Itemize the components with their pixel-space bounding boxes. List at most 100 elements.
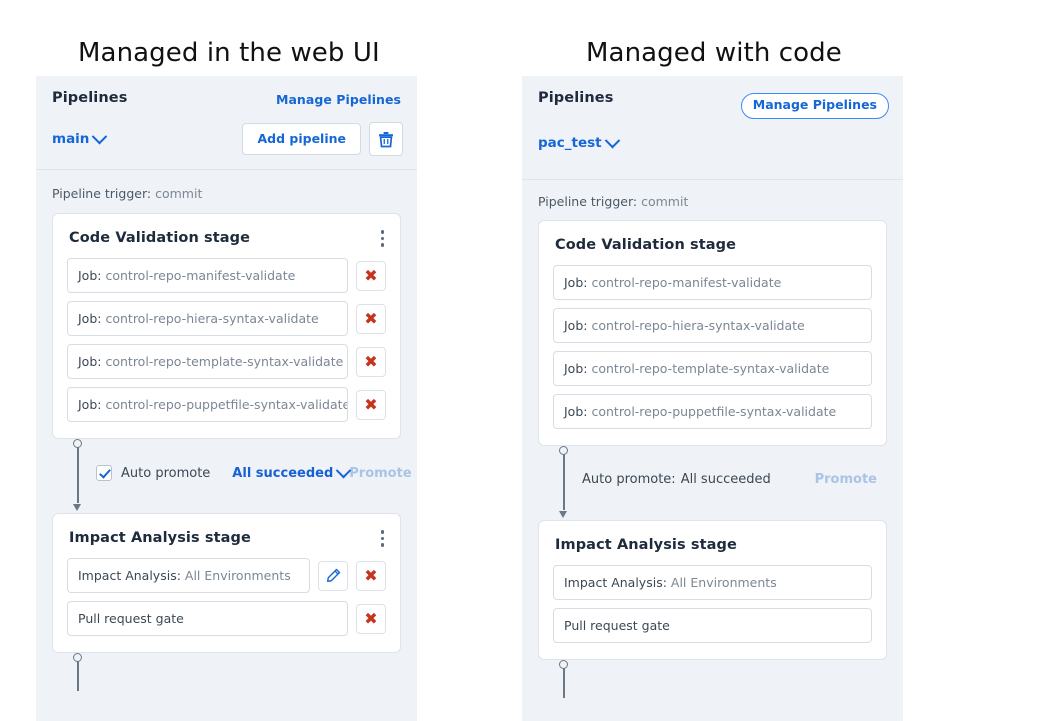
job-value: control-repo-template-syntax-validate <box>105 354 344 369</box>
pull-request-gate-label: Pull request gate <box>564 618 670 633</box>
impact-analysis-value: All Environments <box>670 575 777 590</box>
stage-card-code-validation: Code Validation stage Job: control-repo-… <box>538 220 887 446</box>
pencil-icon <box>326 568 340 583</box>
stage-card-impact-analysis: Impact Analysis stage Impact Analysis: A… <box>538 520 887 660</box>
stage-item: Job: control-repo-manifest-validate <box>553 265 872 300</box>
job-field[interactable]: Job: control-repo-hiera-syntax-validate <box>67 301 348 336</box>
job-label: Job: <box>564 275 588 290</box>
close-x-icon: ✖ <box>364 308 378 328</box>
header-actions: Add pipeline <box>242 122 403 156</box>
right-panel-header: Pipelines Manage Pipelines pac_test <box>522 76 903 180</box>
job-value: control-repo-hiera-syntax-validate <box>105 311 319 326</box>
auto-promote-label: Auto promote <box>121 465 211 481</box>
promote-condition-value: All succeeded <box>680 472 771 487</box>
stage-card-code-validation: Code Validation stage Job: control-repo-… <box>52 213 401 439</box>
job-value: control-repo-puppetfile-syntax-validate <box>105 397 348 412</box>
job-field: Job: control-repo-puppetfile-syntax-vali… <box>553 394 872 429</box>
job-label: Job: <box>78 397 102 412</box>
branch-selector[interactable]: main <box>52 128 108 147</box>
stage-connector-arrow-icon <box>557 446 571 520</box>
close-x-icon: ✖ <box>364 265 378 285</box>
kebab-menu-icon[interactable] <box>380 230 384 247</box>
impact-analysis-label: Impact Analysis: <box>564 575 667 590</box>
stage-title: Impact Analysis stage <box>555 537 737 553</box>
job-value: control-repo-template-syntax-validate <box>591 361 830 376</box>
job-label: Job: <box>78 268 102 283</box>
stage-connector-tail-icon <box>52 653 401 691</box>
promote-condition-value: All succeeded <box>232 465 334 481</box>
delete-job-button[interactable]: ✖ <box>356 389 386 420</box>
job-label: Job: <box>564 361 588 376</box>
branch-name: pac_test <box>538 135 602 151</box>
branch-name: main <box>52 131 90 147</box>
promote-button[interactable]: Promote <box>349 466 411 481</box>
job-field: Job: control-repo-template-syntax-valida… <box>553 351 872 386</box>
branch-selector[interactable]: pac_test <box>538 132 620 151</box>
close-x-icon: ✖ <box>364 608 378 628</box>
close-x-icon: ✖ <box>364 565 378 585</box>
stage-item: Job: control-repo-manifest-validate ✖ <box>67 258 386 293</box>
job-field[interactable]: Job: control-repo-template-syntax-valida… <box>67 344 348 379</box>
left-panel-body: Pipeline trigger: commit Code Validation… <box>36 170 417 691</box>
pipeline-trigger: Pipeline trigger: commit <box>538 180 887 220</box>
promote-row: Auto promote All succeeded Promote <box>96 462 412 481</box>
manage-pipelines-link[interactable]: Manage Pipelines <box>276 92 401 107</box>
job-value: control-repo-puppetfile-syntax-validate <box>591 404 837 419</box>
pipeline-trigger-label: Pipeline trigger: <box>538 194 638 209</box>
right-panel-body: Pipeline trigger: commit Code Validation… <box>522 180 903 698</box>
kebab-menu-icon[interactable] <box>380 530 384 547</box>
promote-row: Auto promote: All succeeded Promote <box>582 472 887 487</box>
left-panel-header: Pipelines Manage Pipelines main Add pipe… <box>36 76 417 170</box>
promote-connector-section: Auto promote: All succeeded Promote <box>538 446 887 520</box>
promote-connector-section: Auto promote All succeeded Promote <box>52 439 412 513</box>
stage-connector-arrow-icon <box>71 439 85 513</box>
delete-pipeline-button[interactable] <box>369 122 403 156</box>
promote-button[interactable]: Promote <box>815 472 877 487</box>
stage-connector-tail-icon <box>538 660 887 698</box>
edit-impact-analysis-button[interactable] <box>318 560 348 591</box>
stage-item: Job: control-repo-puppetfile-syntax-vali… <box>67 387 386 422</box>
job-label: Job: <box>564 318 588 333</box>
stage-title: Code Validation stage <box>69 230 251 246</box>
job-field[interactable]: Job: control-repo-manifest-validate <box>67 258 348 293</box>
delete-gate-button[interactable]: ✖ <box>356 603 386 634</box>
stage-title: Code Validation stage <box>555 237 737 253</box>
pipeline-trigger-value: commit <box>641 194 689 209</box>
auto-promote-checkbox[interactable] <box>96 465 112 481</box>
job-value: control-repo-manifest-validate <box>591 275 782 290</box>
delete-impact-analysis-button[interactable]: ✖ <box>356 560 386 591</box>
promote-condition-select[interactable]: All succeeded <box>232 462 352 481</box>
delete-job-button[interactable]: ✖ <box>356 303 386 334</box>
pipeline-trigger: Pipeline trigger: commit <box>52 170 401 213</box>
manage-pipelines-button[interactable]: Manage Pipelines <box>740 93 889 119</box>
job-value: control-repo-hiera-syntax-validate <box>591 318 805 333</box>
impact-analysis-field[interactable]: Impact Analysis: All Environments <box>67 558 310 593</box>
pipeline-trigger-label: Pipeline trigger: <box>52 186 152 201</box>
chevron-down-icon <box>92 128 108 144</box>
job-field: Job: control-repo-manifest-validate <box>553 265 872 300</box>
job-value: control-repo-manifest-validate <box>105 268 296 283</box>
close-x-icon: ✖ <box>364 351 378 371</box>
stage-item: Pull request gate <box>553 608 872 643</box>
stage-item: Job: control-repo-hiera-syntax-validate … <box>67 301 386 336</box>
impact-analysis-field: Impact Analysis: All Environments <box>553 565 872 600</box>
stage-card-impact-analysis: Impact Analysis stage Impact Analysis: A… <box>52 513 401 653</box>
code-managed-pipelines-panel: Pipelines Manage Pipelines pac_test Pipe… <box>522 76 903 721</box>
job-field[interactable]: Job: control-repo-puppetfile-syntax-vali… <box>67 387 348 422</box>
stage-item: Impact Analysis: All Environments <box>553 565 872 600</box>
delete-job-button[interactable]: ✖ <box>356 260 386 291</box>
comparison-page: Managed in the web UI Managed with code … <box>0 0 1045 721</box>
pull-request-gate-label: Pull request gate <box>78 611 184 626</box>
stage-item: Job: control-repo-puppetfile-syntax-vali… <box>553 394 872 429</box>
chevron-down-icon <box>604 132 620 148</box>
right-column-heading: Managed with code <box>586 38 842 68</box>
pull-request-gate-field[interactable]: Pull request gate <box>67 601 348 636</box>
job-label: Job: <box>564 404 588 419</box>
stage-item: Job: control-repo-template-syntax-valida… <box>67 344 386 379</box>
add-pipeline-button[interactable]: Add pipeline <box>242 123 361 155</box>
web-ui-pipelines-panel: Pipelines Manage Pipelines main Add pipe… <box>36 76 417 721</box>
stage-item: Pull request gate ✖ <box>67 601 386 636</box>
pull-request-gate-field: Pull request gate <box>553 608 872 643</box>
delete-job-button[interactable]: ✖ <box>356 346 386 377</box>
close-x-icon: ✖ <box>364 394 378 414</box>
